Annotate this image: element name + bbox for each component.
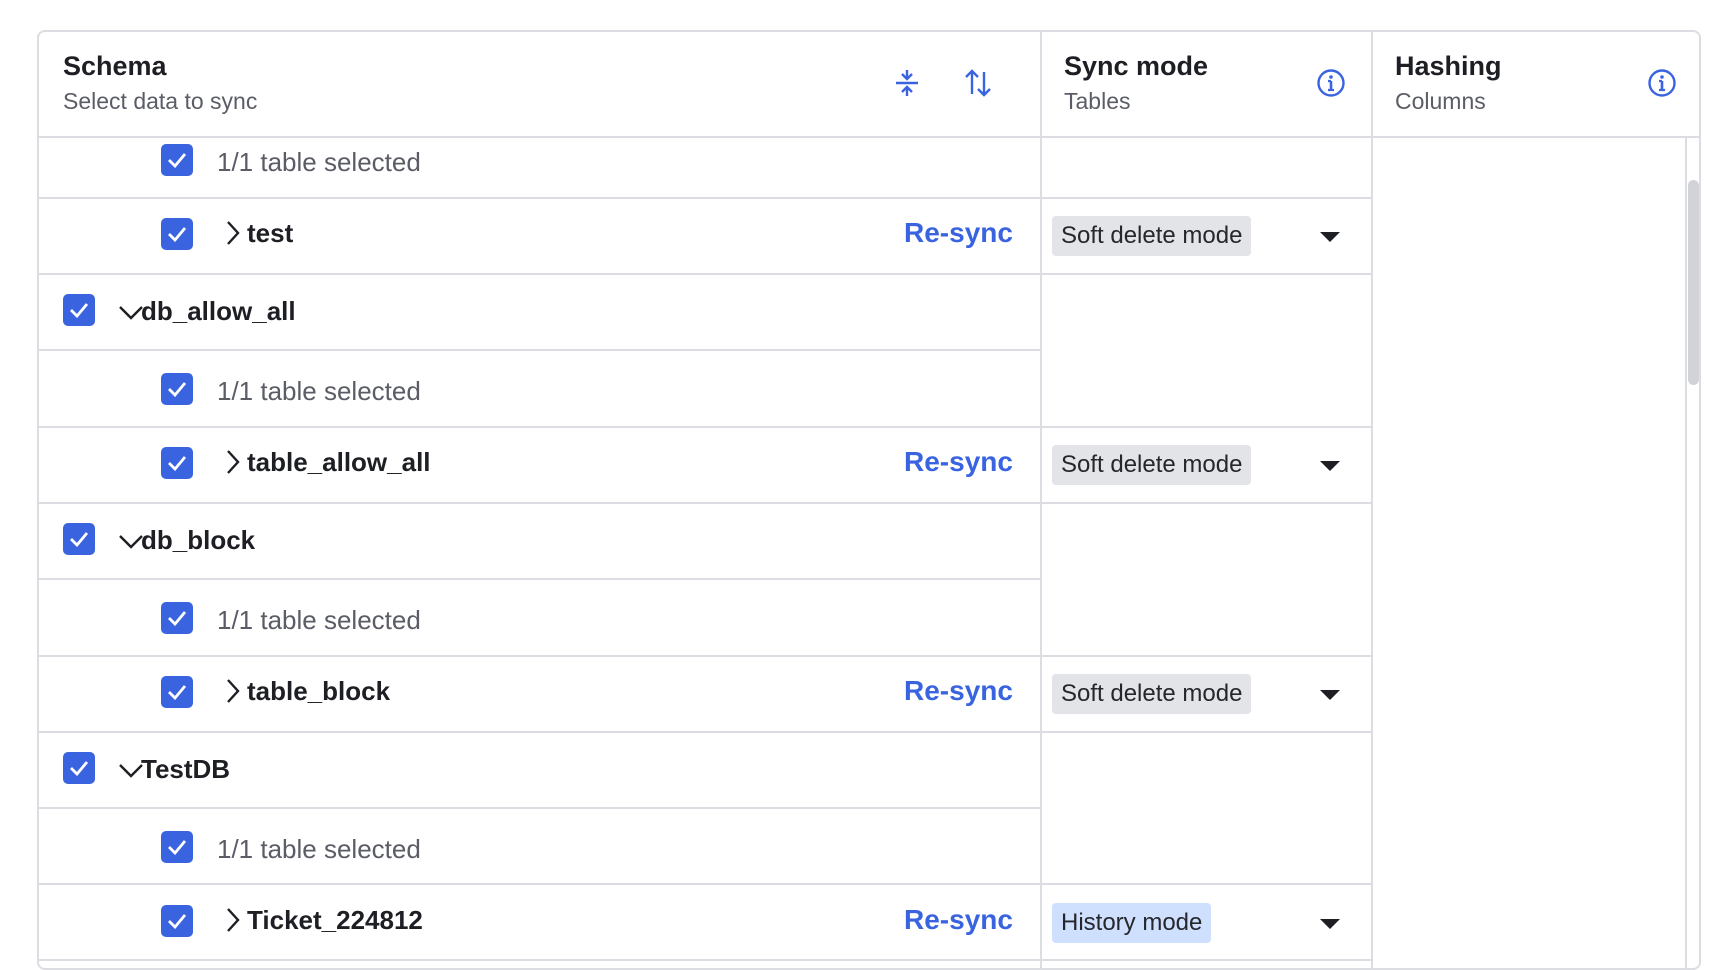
table-name: table_block	[247, 676, 391, 706]
tables-selected-count: 1/1 table selected	[217, 376, 421, 406]
tables-selected-count: 1/1 table selected	[217, 605, 421, 635]
table-selection-checkbox[interactable]	[161, 373, 193, 405]
chevron-right-icon[interactable]	[219, 906, 247, 934]
column-divider	[1040, 32, 1042, 968]
hashing-column-title: Hashing	[1395, 51, 1502, 81]
row-divider	[39, 883, 1371, 885]
sync-mode-badge[interactable]: Soft delete mode	[1052, 216, 1252, 256]
schema-checkbox[interactable]	[63, 294, 95, 326]
row-divider	[39, 731, 1371, 733]
table-name: table_allow_all	[247, 447, 431, 477]
row-divider	[39, 502, 1371, 504]
row-divider	[39, 959, 1371, 961]
row-divider	[39, 807, 1040, 809]
sync-mode-column-subtitle: Tables	[1064, 88, 1131, 114]
schema-column-title: Schema	[63, 51, 167, 81]
scrollbar-thumb[interactable]	[1688, 180, 1699, 385]
row-divider	[39, 349, 1040, 351]
schema-checkbox[interactable]	[63, 752, 95, 784]
chevron-right-icon[interactable]	[219, 448, 247, 476]
tables-selected-count: 1/1 table selected	[217, 147, 421, 177]
sync-mode-info-icon[interactable]	[1314, 66, 1348, 100]
sync-mode-column-title: Sync mode	[1064, 51, 1209, 81]
chevron-down-icon[interactable]	[1318, 230, 1342, 244]
chevron-down-icon[interactable]	[1318, 688, 1342, 702]
chevron-down-icon[interactable]	[1318, 459, 1342, 473]
row-divider	[39, 273, 1371, 275]
chevron-down-icon[interactable]	[1318, 917, 1342, 931]
column-divider	[1371, 32, 1373, 968]
row-divider	[39, 197, 1371, 199]
table-checkbox[interactable]	[161, 905, 193, 937]
schema-checkbox[interactable]	[63, 523, 95, 555]
hashing-column-subtitle: Columns	[1395, 88, 1486, 114]
hashing-info-icon[interactable]	[1645, 66, 1679, 100]
table-checkbox[interactable]	[161, 218, 193, 250]
schema-column-subtitle: Select data to sync	[63, 88, 258, 114]
table-checkbox[interactable]	[161, 676, 193, 708]
table-name: test	[247, 218, 294, 248]
table-name: Ticket_224812	[247, 905, 423, 935]
chevron-right-icon[interactable]	[219, 677, 247, 705]
resync-link[interactable]: Re-sync	[904, 446, 1013, 478]
table-checkbox[interactable]	[161, 447, 193, 479]
row-divider	[39, 655, 1371, 657]
row-divider	[39, 578, 1040, 580]
row-divider	[39, 426, 1371, 428]
schema-name: db_allow_all	[141, 296, 296, 326]
resync-link[interactable]: Re-sync	[904, 217, 1013, 249]
collapse-all-icon[interactable]	[890, 66, 924, 100]
table-selection-checkbox[interactable]	[161, 831, 193, 863]
resync-link[interactable]: Re-sync	[904, 675, 1013, 707]
table-selection-checkbox[interactable]	[161, 602, 193, 634]
sort-icon[interactable]	[961, 66, 995, 100]
sync-mode-badge[interactable]: Soft delete mode	[1052, 674, 1252, 714]
schema-table: Schema Select data to sync Sync mode Tab…	[37, 30, 1701, 970]
sync-mode-badge[interactable]: History mode	[1052, 903, 1212, 943]
table-header: Schema Select data to sync Sync mode Tab…	[39, 32, 1699, 138]
table-selection-checkbox[interactable]	[161, 144, 193, 176]
sync-mode-badge[interactable]: Soft delete mode	[1052, 445, 1252, 485]
schema-name: TestDB	[141, 754, 231, 784]
resync-link[interactable]: Re-sync	[904, 904, 1013, 936]
tables-selected-count: 1/1 table selected	[217, 834, 421, 864]
chevron-right-icon[interactable]	[219, 219, 247, 247]
schema-name: db_block	[141, 525, 256, 555]
